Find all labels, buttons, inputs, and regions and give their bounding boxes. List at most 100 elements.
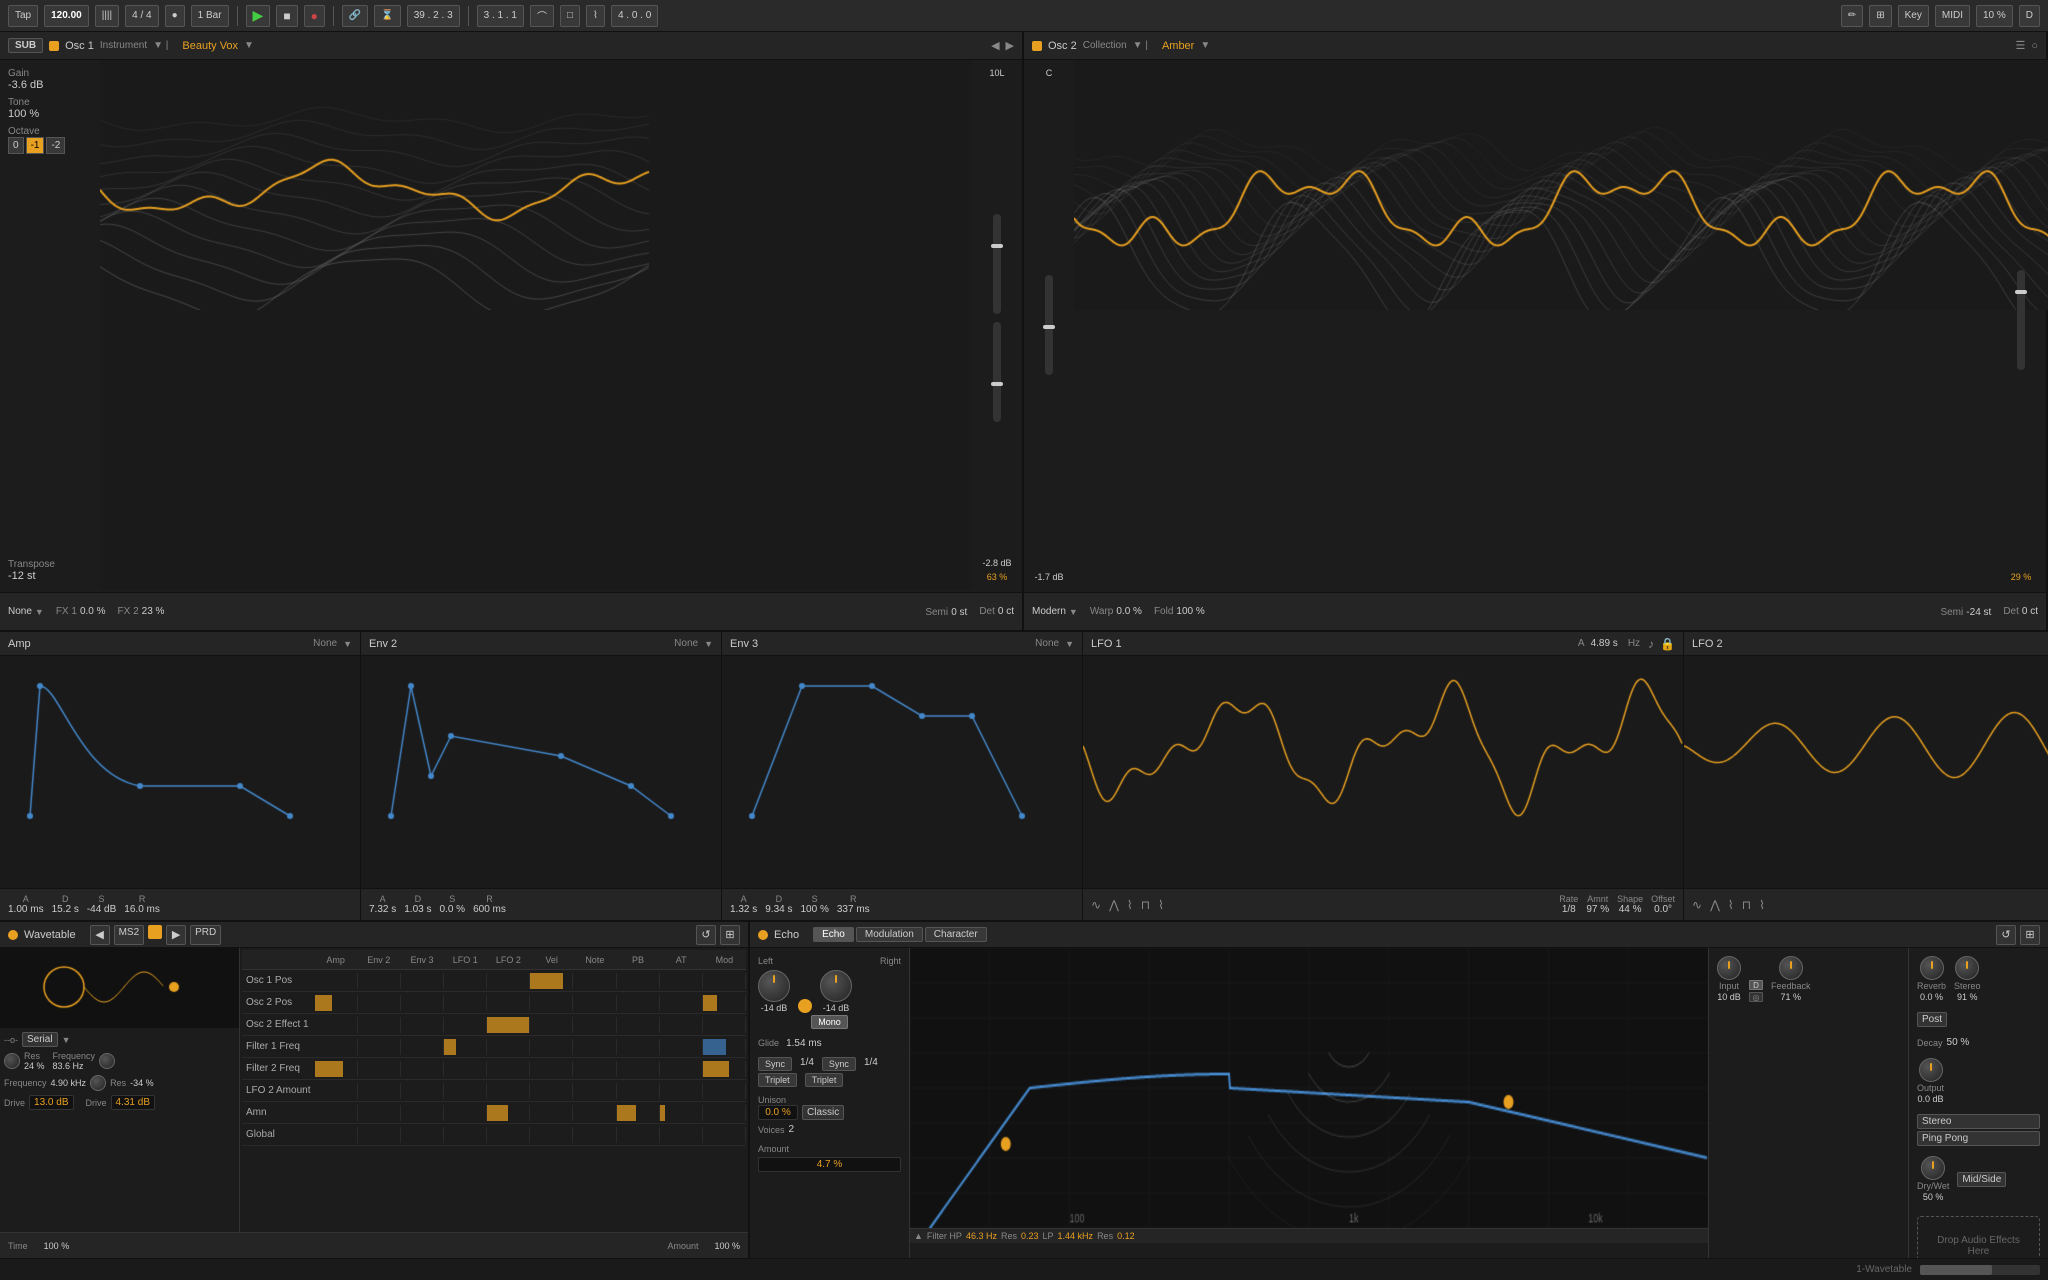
echo-led[interactable] — [758, 930, 768, 940]
osc2-mode[interactable]: Modern ▼ — [1032, 606, 1078, 617]
stereo2-select[interactable]: Stereo — [1917, 1114, 2040, 1129]
unison-classic[interactable]: Classic — [802, 1105, 844, 1120]
amp-mode[interactable]: None — [313, 638, 337, 649]
sync-btn-left[interactable]: Sync — [758, 1057, 792, 1071]
sync-btn-right[interactable]: Sync — [822, 1057, 856, 1071]
pencil-icon[interactable]: ✏ — [1841, 5, 1863, 27]
time-sig-display[interactable]: 4 / 4 — [125, 5, 158, 27]
transport-mode[interactable]: ● — [165, 5, 185, 27]
feedback-knob[interactable] — [1779, 956, 1803, 980]
tab-modulation[interactable]: Modulation — [856, 927, 923, 942]
vol-left-knob[interactable] — [758, 970, 790, 1002]
d-button[interactable]: D — [2019, 5, 2040, 27]
position-display[interactable]: 39 . 2 . 3 — [407, 5, 460, 27]
mono-button[interactable]: Mono — [811, 1015, 848, 1029]
metronome-icon[interactable]: ⌛ — [374, 5, 400, 27]
osc2-right-vslider[interactable] — [2017, 68, 2025, 572]
lfo1-shape-random[interactable]: ⌇ — [1158, 898, 1164, 912]
echo-icon1[interactable]: ↺ — [1996, 925, 2016, 945]
wt-fwd[interactable]: ▶ — [166, 925, 186, 945]
wt-mode-select[interactable]: MS2 — [114, 925, 145, 945]
vol-right-knob[interactable] — [820, 970, 852, 1002]
key-button[interactable]: Key — [1898, 5, 1929, 27]
col-pb: PB — [616, 955, 659, 965]
osc2-menu[interactable]: ☰ — [2015, 39, 2025, 52]
lfo1-shape-sine[interactable]: ∿ — [1091, 898, 1101, 912]
mono-led[interactable] — [798, 999, 812, 1013]
midi-button[interactable]: MIDI — [1935, 5, 1970, 27]
lfo2-shape-sine[interactable]: ∿ — [1692, 898, 1702, 912]
loop-length[interactable]: 1 Bar — [191, 5, 229, 27]
lfo1-note-icon[interactable]: ♪ — [1648, 637, 1654, 651]
osc2-collection[interactable]: Collection — [1083, 40, 1127, 51]
instrument-label[interactable]: Instrument — [100, 40, 147, 51]
env2-mode[interactable]: None — [674, 638, 698, 649]
osc1-footer: None ▼ FX 1 0.0 % FX 2 23 % Semi 0 st De… — [0, 592, 1022, 630]
wt-prd-select[interactable]: PRD — [190, 925, 221, 945]
osc1-nav-left[interactable]: ◀ — [991, 39, 999, 52]
ping-pong-select[interactable]: Ping Pong — [1917, 1131, 2040, 1146]
octave-0[interactable]: 0 — [8, 137, 24, 154]
osc2-slider[interactable] — [1045, 78, 1053, 572]
play-button[interactable]: ▶ — [246, 5, 271, 27]
filter-freq-knob[interactable] — [99, 1053, 115, 1069]
echo-icon2[interactable]: ⊞ — [2020, 925, 2040, 945]
lfo2-shape-square[interactable]: ⊓ — [1742, 898, 1751, 912]
wt-back[interactable]: ◀ — [90, 925, 110, 945]
triplet-btn-right[interactable]: Triplet — [805, 1073, 844, 1087]
lfo1-shape-tri[interactable]: ⋀ — [1109, 898, 1119, 912]
osc2-power[interactable]: ○ — [2031, 40, 2038, 52]
mid-side-select[interactable]: Mid/Side — [1957, 1172, 2006, 1187]
link-icon[interactable]: 🔗 — [342, 5, 368, 27]
stereo-knob[interactable] — [1955, 956, 1979, 980]
record-button[interactable]: ● — [304, 5, 325, 27]
octave-neg1[interactable]: -1 — [26, 137, 45, 154]
reverb-knob[interactable] — [1920, 956, 1944, 980]
d-btn1[interactable]: D — [1749, 980, 1763, 990]
post-select[interactable]: Post — [1917, 1012, 1947, 1027]
tab-character[interactable]: Character — [925, 927, 987, 942]
timeline-pos2: 4 . 0 . 0 — [611, 5, 658, 27]
filter-res-knob[interactable] — [4, 1053, 20, 1069]
tap-button[interactable]: Tap — [8, 5, 38, 27]
osc2-led[interactable] — [1032, 41, 1042, 51]
drop-zone[interactable]: Drop Audio Effects Here — [1917, 1216, 2040, 1258]
wt-icon2[interactable]: ⊞ — [720, 925, 740, 945]
sub-label[interactable]: SUB — [8, 38, 43, 53]
osc2-vslider2[interactable] — [2017, 270, 2025, 370]
env3-mode[interactable]: None — [1035, 638, 1059, 649]
lfo2-shape-random[interactable]: ⌇ — [1759, 898, 1765, 912]
d-btn2[interactable]: ◎ — [1749, 992, 1763, 1002]
tab-echo[interactable]: Echo — [813, 927, 854, 942]
input-knob[interactable] — [1717, 956, 1741, 980]
lfo2-shape-saw[interactable]: ⌇ — [1728, 898, 1734, 912]
tempo-display[interactable]: 120.00 — [44, 5, 89, 27]
lfo2-shape-tri[interactable]: ⋀ — [1710, 898, 1720, 912]
osc1-nav-right[interactable]: ▶ — [1006, 39, 1014, 52]
zoom-level[interactable]: 10 % — [1976, 5, 2013, 27]
lfo1-lock-icon[interactable]: 🔒 — [1660, 637, 1675, 651]
wt-led[interactable] — [8, 930, 18, 940]
osc1-none[interactable]: None ▼ — [8, 606, 44, 617]
output-knob[interactable] — [1919, 1058, 1943, 1082]
stop-button[interactable]: ■ — [276, 5, 297, 27]
osc1-slider2[interactable] — [993, 322, 1001, 422]
osc1-led[interactable] — [49, 41, 59, 51]
wt-icon1[interactable]: ↺ — [696, 925, 716, 945]
osc1-preset[interactable]: Beauty Vox — [182, 40, 238, 52]
triplet-btn-left[interactable]: Triplet — [758, 1073, 797, 1087]
lfo1-shape-saw[interactable]: ⌇ — [1127, 898, 1133, 912]
triplet-row: Triplet Triplet — [758, 1073, 901, 1087]
osc2-preset[interactable]: Amber — [1162, 40, 1194, 52]
col-lfo1: LFO 1 — [444, 955, 487, 965]
dry-wet-knob[interactable] — [1921, 1156, 1945, 1180]
octave-neg2[interactable]: -2 — [46, 137, 65, 154]
volume-labels: Left Right — [758, 956, 901, 966]
lfo1-shape-square[interactable]: ⊓ — [1141, 898, 1150, 912]
grid-icon[interactable]: ⊞ — [1869, 5, 1891, 27]
filter-mode-select[interactable]: Serial — [22, 1032, 58, 1047]
wt-color[interactable] — [148, 925, 162, 939]
osc1-slider1[interactable] — [993, 214, 1001, 314]
osc2-vslider[interactable] — [1045, 275, 1053, 375]
filter2-freq-knob[interactable] — [90, 1075, 106, 1091]
